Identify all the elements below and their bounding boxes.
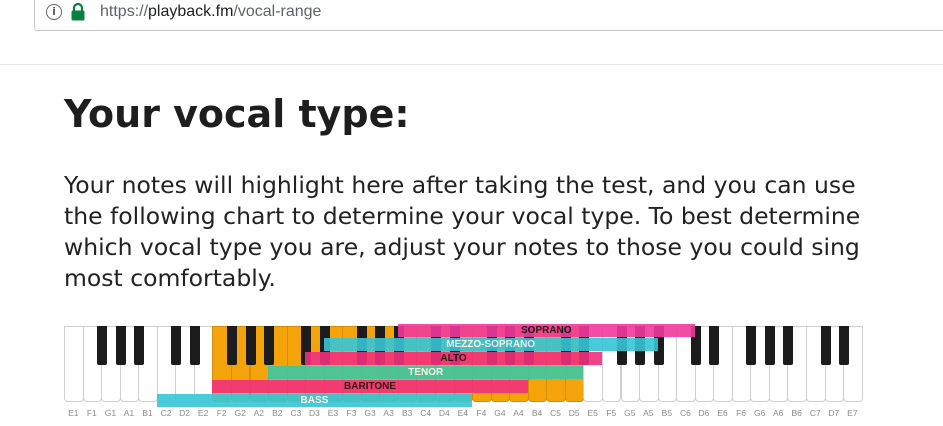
key-label-b5: B5: [661, 408, 673, 418]
key-label-b6: B6: [791, 408, 802, 418]
key-label-c3: C3: [290, 408, 302, 418]
black-key-fsharp2: [226, 326, 237, 365]
range-bar-mezzo-soprano: MEZZO-SOPRANO: [323, 338, 658, 351]
key-label-f6: F6: [736, 408, 747, 418]
browser-address-bar: i https://playback.fm/vocal-range: [0, 0, 943, 32]
key-label-e1: E1: [68, 408, 79, 418]
range-bar-tenor: TENOR: [268, 366, 584, 379]
info-icon[interactable]: i: [46, 4, 62, 20]
key-label-c4: C4: [420, 408, 432, 418]
key-label-a2: A2: [253, 408, 264, 418]
key-label-f1: F1: [86, 408, 97, 418]
black-key-asharp2: [264, 326, 275, 365]
key-label-b2: B2: [272, 408, 283, 418]
key-label-g3: G3: [364, 408, 376, 418]
key-label-g1: G1: [104, 408, 117, 418]
black-key-fsharp1: [97, 326, 108, 365]
range-bar-bass: BASS: [156, 394, 473, 407]
black-key-fsharp6: [746, 326, 757, 365]
key-label-a4: A4: [513, 408, 524, 418]
url-text[interactable]: https://playback.fm/vocal-range: [100, 3, 321, 21]
url-scheme: https://: [100, 3, 149, 20]
key-label-b3: B3: [401, 408, 413, 418]
piano-key-labels: E1 F1 G1 A1 B1 C2 D2 E2 F2 G2 A2 B2 C3 D3 E3 F3 G3 A3 B3 C4…: [64, 408, 864, 422]
key-label-d5: D5: [568, 408, 580, 418]
key-label-d3: D3: [308, 408, 320, 418]
browser-separator: [0, 64, 943, 65]
key-label-g5: G5: [624, 408, 636, 418]
black-key-asharp6: [783, 326, 794, 365]
range-bar-alto: ALTO: [305, 352, 602, 365]
key-label-a5: A5: [643, 408, 654, 418]
key-label-c2: C2: [160, 408, 172, 418]
key-label-g4: G4: [494, 408, 506, 418]
black-key-dsharp2: [189, 326, 200, 365]
key-label-e6: E6: [717, 408, 728, 418]
url-domain: playback.fm: [148, 3, 234, 20]
intro-text: Your notes will highlight here after tak…: [64, 171, 861, 292]
black-key-gsharp6: [764, 326, 775, 365]
black-key-csharp7: [820, 326, 831, 365]
key-label-f3: F3: [346, 408, 357, 418]
key-label-c6: C6: [679, 408, 691, 418]
key-label-e2: E2: [197, 408, 209, 418]
lock-icon[interactable]: [70, 2, 86, 22]
key-label-d2: D2: [179, 408, 190, 418]
url-path: /vocal-range: [233, 3, 322, 20]
key-label-d7: D7: [828, 408, 840, 418]
piano-chart: SOPRANO MEZZO-SOPRANO ALTO TENOR BARITONE BAS…: [64, 324, 863, 407]
key-label-c7: C7: [809, 408, 821, 418]
key-label-a3: A3: [383, 408, 394, 418]
key-label-c5: C5: [550, 408, 561, 418]
black-key-csharp2: [171, 326, 182, 365]
key-label-e5: E5: [587, 408, 598, 418]
key-label-b1: B1: [142, 408, 153, 418]
range-bar-soprano: SOPRANO: [397, 324, 695, 337]
key-label-e3: E3: [327, 408, 339, 418]
black-key-gsharp2: [245, 326, 256, 365]
key-label-e4: E4: [457, 408, 469, 418]
key-label-g2: G2: [234, 408, 246, 418]
key-label-f4: F4: [476, 408, 487, 418]
key-label-g6: G6: [753, 408, 766, 418]
page-title: Your vocal type:: [64, 92, 410, 136]
range-bar-baritone: BARITONE: [212, 380, 528, 393]
black-key-gsharp1: [115, 326, 126, 365]
key-label-a6: A6: [772, 408, 784, 418]
key-label-d6: D6: [698, 408, 710, 418]
black-key-dsharp7: [839, 326, 850, 365]
white-key-e1: [64, 326, 84, 402]
key-label-a1: A1: [123, 408, 135, 418]
black-key-asharp1: [134, 326, 145, 365]
key-label-f5: F5: [606, 408, 617, 418]
key-label-f2: F2: [216, 408, 227, 418]
key-label-b4: B4: [531, 408, 543, 418]
black-key-dsharp6: [709, 326, 720, 365]
key-label-e7: E7: [847, 408, 858, 418]
key-label-d4: D4: [438, 408, 450, 418]
